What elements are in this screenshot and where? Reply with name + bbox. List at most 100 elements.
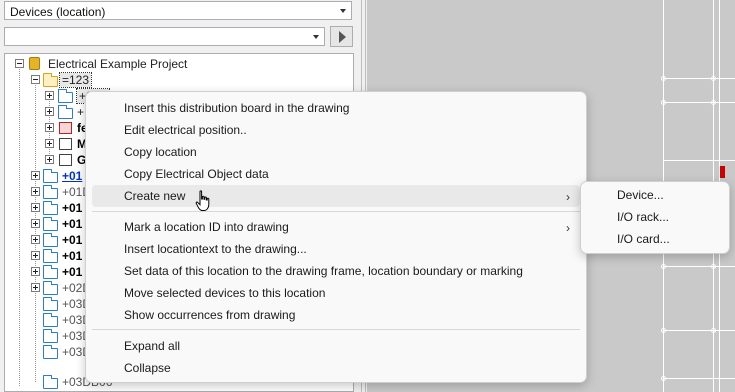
terminal-marker bbox=[661, 376, 666, 381]
folder-open-icon bbox=[43, 73, 58, 87]
menu-item-set-location-data[interactable]: Set data of this location to the drawing… bbox=[92, 260, 580, 282]
device-error-icon bbox=[59, 122, 72, 134]
menu-separator bbox=[92, 211, 580, 212]
chevron-down-icon[interactable] bbox=[340, 9, 346, 13]
folder-icon bbox=[43, 329, 58, 343]
red-marker bbox=[720, 166, 725, 178]
expand-icon[interactable] bbox=[45, 91, 54, 100]
menu-item-label: Create new bbox=[124, 189, 186, 203]
chevron-right-icon: › bbox=[566, 221, 570, 235]
tree-node-label: + bbox=[77, 105, 85, 119]
folder-icon bbox=[43, 233, 58, 247]
expand-icon[interactable] bbox=[31, 283, 40, 292]
expand-icon[interactable] bbox=[31, 203, 40, 212]
terminal-marker bbox=[711, 328, 716, 333]
project-icon bbox=[29, 57, 40, 70]
tree-node-root[interactable]: Electrical Example Project bbox=[5, 56, 345, 72]
menu-item-label: I/O card... bbox=[617, 232, 670, 246]
tree-node-label: Electrical Example Project bbox=[48, 57, 188, 71]
terminal-marker bbox=[711, 264, 716, 269]
create-new-submenu: Device... I/O rack... I/O card... bbox=[580, 181, 730, 254]
folder-icon bbox=[43, 313, 58, 327]
submenu-item-io-rack[interactable]: I/O rack... bbox=[587, 206, 723, 228]
terminal-marker bbox=[661, 100, 666, 105]
frame-line bbox=[663, 266, 735, 267]
collapse-icon[interactable] bbox=[31, 75, 40, 84]
expand-icon[interactable] bbox=[45, 139, 54, 148]
play-arrow-icon bbox=[339, 31, 346, 43]
menu-item-copy-location[interactable]: Copy location bbox=[92, 141, 580, 163]
location-view-combo-value: Devices (location) bbox=[10, 5, 106, 19]
menu-item-insert-distribution-board[interactable]: Insert this distribution board in the dr… bbox=[92, 97, 580, 119]
terminal-marker bbox=[661, 76, 666, 81]
menu-item-label: Expand all bbox=[124, 339, 181, 353]
expand-icon[interactable] bbox=[31, 251, 40, 260]
folder-icon bbox=[43, 169, 58, 183]
menu-item-insert-locationtext[interactable]: Insert locationtext to the drawing... bbox=[92, 238, 580, 260]
terminal-marker bbox=[711, 100, 716, 105]
menu-item-label: Insert this distribution board in the dr… bbox=[124, 101, 350, 115]
chevron-down-icon[interactable] bbox=[313, 35, 319, 39]
folder-icon bbox=[43, 201, 58, 215]
menu-item-create-new[interactable]: Create new › bbox=[92, 185, 580, 207]
device-icon bbox=[59, 138, 72, 150]
collapse-icon[interactable] bbox=[15, 59, 24, 68]
submenu-item-io-card[interactable]: I/O card... bbox=[587, 228, 723, 250]
tree-node-function[interactable]: =123 bbox=[5, 72, 345, 88]
menu-item-label: Move selected devices to this location bbox=[124, 286, 326, 300]
menu-item-label: Copy Electrical Object data bbox=[124, 167, 269, 181]
tree-node-label: +01 bbox=[62, 249, 83, 263]
tree-node-label: +01 bbox=[62, 265, 83, 279]
folder-icon bbox=[58, 105, 73, 119]
menu-item-label: Show occurrences from drawing bbox=[124, 308, 296, 322]
context-menu: Insert this distribution board in the dr… bbox=[85, 91, 587, 383]
menu-item-expand-all[interactable]: Expand all bbox=[92, 335, 580, 357]
frame-line bbox=[663, 330, 735, 331]
folder-icon bbox=[43, 281, 58, 295]
menu-item-mark-location-id[interactable]: Mark a location ID into drawing › bbox=[92, 216, 580, 238]
menu-item-label: Edit electrical position.. bbox=[124, 123, 247, 137]
menu-item-label: I/O rack... bbox=[617, 210, 670, 224]
menu-item-edit-electrical-position[interactable]: Edit electrical position.. bbox=[92, 119, 580, 141]
tree-node-label: +01 bbox=[62, 169, 83, 183]
menu-item-label: Device... bbox=[617, 188, 664, 202]
filter-combo[interactable] bbox=[4, 27, 325, 46]
tree-node-label: =123 bbox=[58, 72, 93, 88]
go-button[interactable] bbox=[330, 26, 353, 47]
menu-item-show-occurrences[interactable]: Show occurrences from drawing bbox=[92, 304, 580, 326]
menu-item-label: Copy location bbox=[124, 145, 197, 159]
folder-icon bbox=[58, 89, 73, 103]
expand-icon[interactable] bbox=[31, 219, 40, 228]
frame-line bbox=[663, 378, 735, 379]
folder-icon bbox=[43, 375, 58, 389]
menu-item-move-selected-devices[interactable]: Move selected devices to this location bbox=[92, 282, 580, 304]
frame-line bbox=[663, 160, 735, 161]
expand-icon[interactable] bbox=[31, 171, 40, 180]
submenu-item-device[interactable]: Device... bbox=[587, 184, 723, 206]
tree-node-label: +01 bbox=[62, 201, 83, 215]
folder-icon bbox=[43, 217, 58, 231]
folder-icon bbox=[43, 345, 58, 359]
hand-cursor-icon bbox=[195, 190, 210, 211]
expand-icon[interactable] bbox=[45, 123, 54, 132]
location-view-combo[interactable]: Devices (location) bbox=[4, 1, 352, 20]
expand-icon[interactable] bbox=[31, 187, 40, 196]
chevron-right-icon: › bbox=[566, 190, 570, 204]
folder-icon bbox=[43, 185, 58, 199]
menu-item-label: Insert locationtext to the drawing... bbox=[124, 242, 307, 256]
expand-icon[interactable] bbox=[45, 155, 54, 164]
expand-icon[interactable] bbox=[45, 107, 54, 116]
expand-icon[interactable] bbox=[31, 235, 40, 244]
folder-icon bbox=[43, 297, 58, 311]
folder-icon bbox=[43, 265, 58, 279]
frame-line bbox=[663, 102, 735, 103]
menu-item-label: Mark a location ID into drawing bbox=[124, 220, 289, 234]
menu-item-label: Set data of this location to the drawing… bbox=[124, 264, 523, 278]
menu-item-copy-electrical-object-data[interactable]: Copy Electrical Object data bbox=[92, 163, 580, 185]
terminal-marker bbox=[711, 76, 716, 81]
terminal-marker bbox=[661, 264, 666, 269]
tree-node-label: +01 bbox=[62, 233, 83, 247]
menu-item-label: Collapse bbox=[124, 361, 171, 375]
menu-item-collapse[interactable]: Collapse bbox=[92, 357, 580, 379]
expand-icon[interactable] bbox=[31, 267, 40, 276]
